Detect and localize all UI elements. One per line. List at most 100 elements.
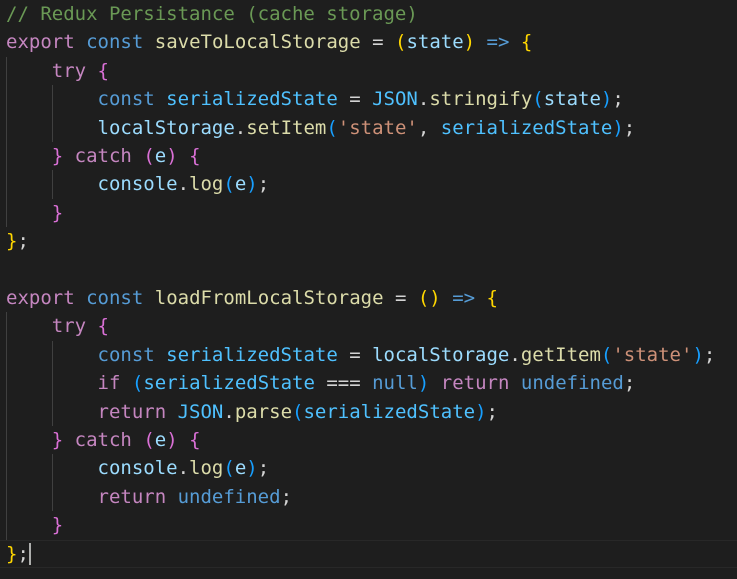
code-token: const — [86, 287, 144, 309]
code-token: } — [6, 230, 18, 253]
code-token: . — [177, 173, 190, 196]
code-token: e — [154, 145, 167, 167]
code-token: catch — [74, 429, 132, 451]
code-token: undefined — [520, 372, 624, 395]
indent-guide — [51, 340, 53, 426]
code-token: ; — [486, 400, 498, 423]
code-line[interactable]: } catch (e) { — [6, 142, 201, 170]
code-token: return — [440, 372, 510, 395]
code-token: ( — [600, 343, 613, 366]
code-line[interactable]: export const loadFromLocalStorage = () =… — [6, 284, 498, 312]
code-token: { — [189, 145, 201, 167]
code-line[interactable]: if (serializedState === null) return und… — [6, 369, 636, 397]
code-token: stringify — [429, 88, 533, 111]
code-line[interactable]: try { — [6, 312, 109, 340]
code-token: = — [360, 31, 395, 54]
indent-guide — [6, 312, 7, 540]
code-line[interactable]: const serializedState = JSON.stringify(s… — [6, 85, 624, 113]
indent-guide — [51, 454, 53, 512]
code-token: = — [337, 343, 373, 366]
code-token: . — [223, 400, 235, 423]
code-token: } — [51, 201, 64, 224]
code-token: ) — [463, 31, 476, 54]
code-line[interactable]: // Redux Persistance (cache storage) — [6, 0, 418, 28]
code-line[interactable]: localStorage.setItem('state', serialized… — [6, 114, 636, 142]
code-token: } — [6, 542, 18, 565]
code-token: ; — [17, 230, 29, 253]
code-line[interactable]: try { — [6, 57, 109, 85]
code-token: log — [189, 457, 224, 480]
indent-guide — [51, 170, 53, 199]
code-line[interactable]: }; — [6, 227, 29, 255]
code-token: ; — [17, 542, 29, 565]
code-token: setItem — [246, 116, 327, 139]
code-token: ( — [143, 429, 155, 451]
code-token: ) — [417, 372, 430, 395]
code-line[interactable]: }; — [6, 540, 29, 568]
code-token: ( — [223, 457, 235, 480]
code-token: { — [97, 315, 109, 338]
code-line[interactable]: return undefined; — [6, 483, 293, 511]
code-token: } — [51, 514, 64, 537]
code-line[interactable]: return JSON.parse(serializedState); — [6, 398, 498, 426]
code-editor[interactable]: // Redux Persistance (cache storage) expo… — [0, 0, 737, 579]
code-token: { — [520, 31, 533, 54]
text-cursor — [28, 542, 31, 565]
indent-guide — [6, 56, 7, 228]
code-token: ( — [326, 116, 338, 139]
code-line[interactable]: console.log(e); — [6, 170, 270, 198]
code-token: ; — [703, 343, 716, 366]
code-token: null — [372, 372, 418, 395]
code-token: e — [234, 173, 247, 196]
code-token: ) — [246, 173, 258, 196]
code-token: serializedState — [166, 88, 338, 111]
code-token: loadFromLocalStorage — [154, 287, 384, 309]
code-line[interactable]: } — [6, 199, 63, 227]
code-token: ; — [257, 457, 270, 480]
code-token: 'state' — [337, 116, 418, 139]
code-line[interactable]: export const saveToLocalStorage = (state… — [6, 28, 532, 56]
code-token: = — [383, 287, 418, 309]
code-token: log — [189, 173, 224, 196]
code-token: ) — [600, 88, 613, 111]
code-token: console — [97, 173, 178, 196]
code-token: serializedState — [166, 343, 338, 366]
code-token: { — [97, 59, 109, 82]
code-token: ; — [623, 372, 636, 395]
code-token: serializedState — [440, 116, 613, 139]
code-token: => — [452, 287, 476, 309]
code-token: => — [486, 31, 510, 54]
code-token: === — [314, 372, 373, 395]
code-token: return — [97, 485, 167, 508]
code-token: const — [86, 31, 144, 54]
code-token: console — [97, 457, 178, 480]
code-token: ; — [280, 485, 293, 508]
code-token: getItem — [520, 343, 601, 366]
code-token: ; — [623, 116, 636, 139]
code-line[interactable]: } catch (e) { — [6, 426, 201, 454]
code-token: e — [234, 457, 247, 480]
code-token: const — [97, 88, 155, 111]
code-token: , — [417, 116, 441, 139]
code-token: () — [417, 287, 441, 309]
code-token: ( — [143, 145, 155, 167]
code-line[interactable]: const serializedState = localStorage.get… — [6, 341, 716, 369]
code-token: { — [189, 429, 201, 451]
code-token: localStorage — [372, 343, 510, 366]
code-line[interactable]: console.log(e); — [6, 454, 270, 482]
indent-guide — [51, 85, 53, 142]
code-line[interactable]: } — [6, 511, 63, 539]
